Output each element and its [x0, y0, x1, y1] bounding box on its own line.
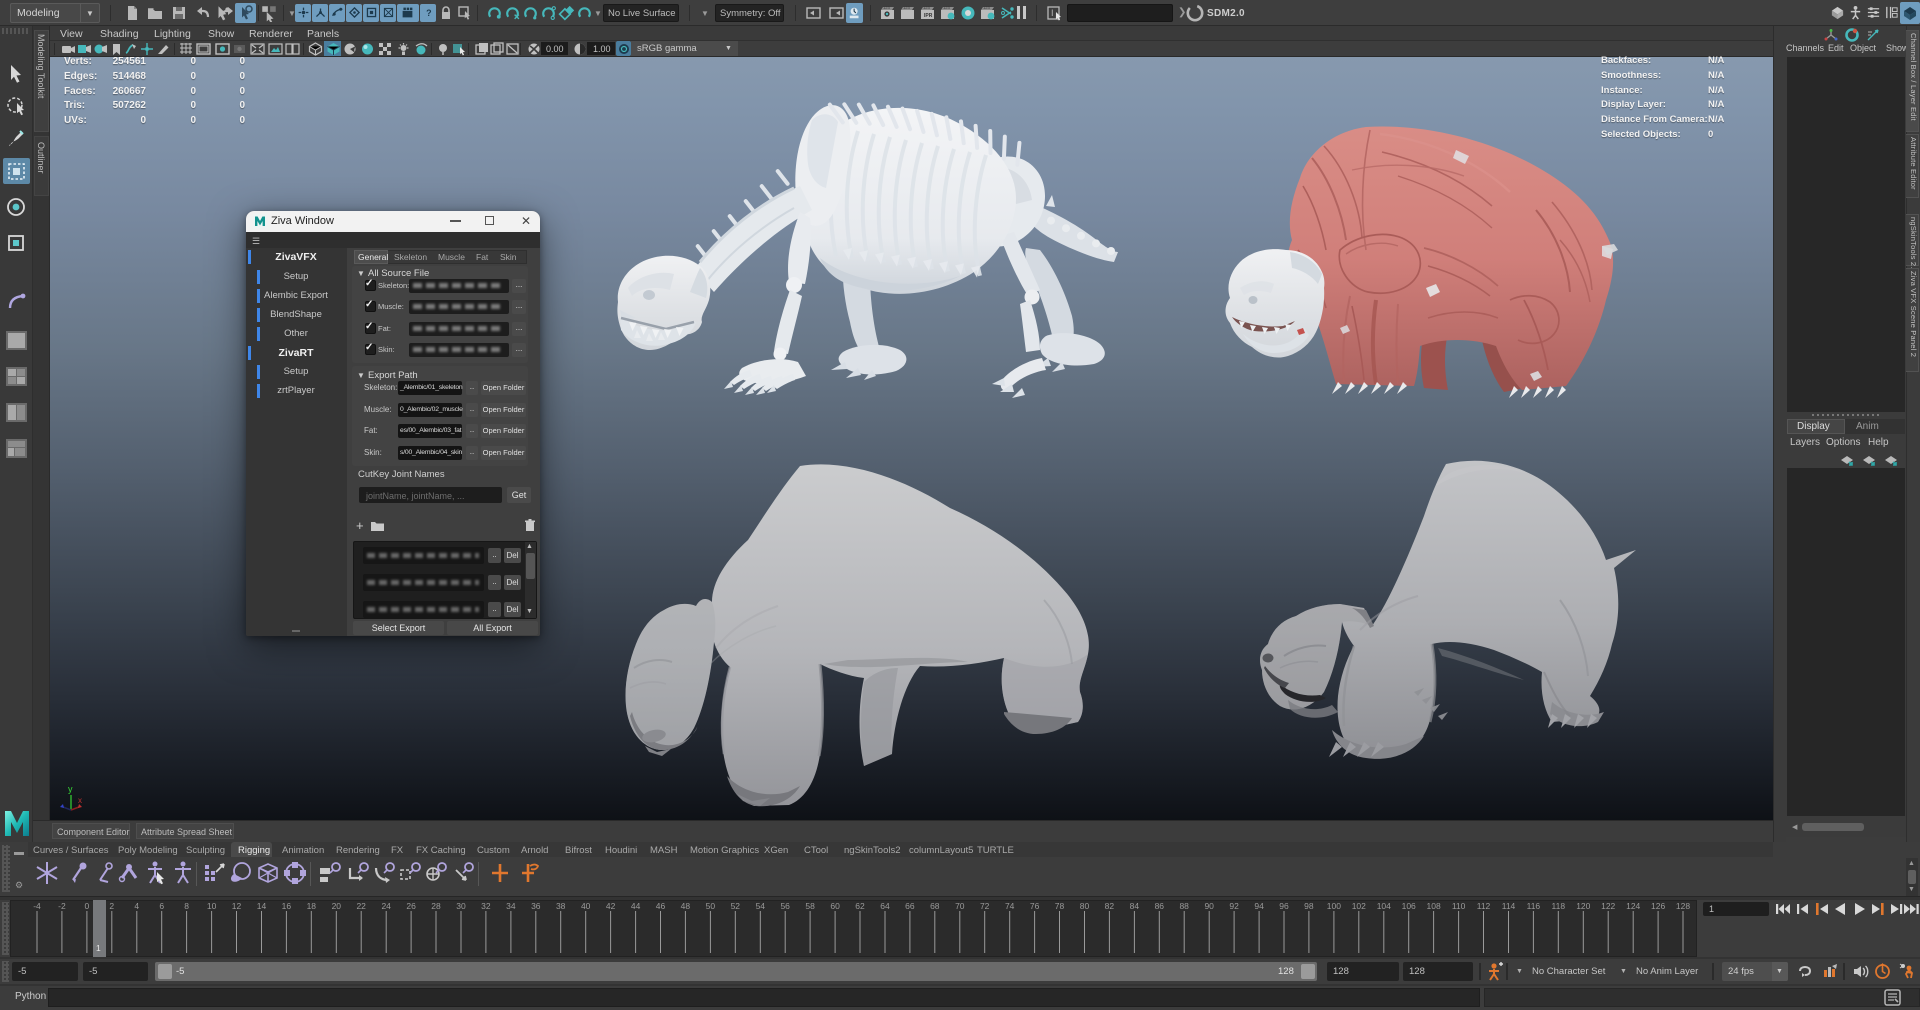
svg-text:38: 38 — [556, 901, 566, 911]
svg-text:94: 94 — [1254, 901, 1264, 911]
svg-text:123: 123 — [903, 5, 910, 10]
svg-text:88: 88 — [1179, 901, 1189, 911]
svg-text:123: 123 — [943, 5, 950, 10]
svg-text:62: 62 — [855, 901, 865, 911]
svg-text:70: 70 — [955, 901, 965, 911]
svg-text:10: 10 — [207, 901, 217, 911]
svg-text:IPR: IPR — [924, 13, 933, 19]
svg-text:76: 76 — [1030, 901, 1040, 911]
svg-text:16: 16 — [282, 901, 292, 911]
svg-text:90: 90 — [1204, 901, 1214, 911]
svg-text:72: 72 — [980, 901, 990, 911]
svg-text:96: 96 — [1279, 901, 1289, 911]
svg-text:102: 102 — [1352, 901, 1366, 911]
svg-text:66: 66 — [905, 901, 915, 911]
svg-text:100: 100 — [1327, 901, 1341, 911]
svg-text:4: 4 — [134, 901, 139, 911]
svg-text:?: ? — [426, 8, 431, 18]
svg-text:116: 116 — [1527, 901, 1541, 911]
svg-text:98: 98 — [1304, 901, 1314, 911]
svg-text:2: 2 — [109, 901, 114, 911]
svg-text:58: 58 — [805, 901, 815, 911]
svg-text:-2: -2 — [58, 901, 66, 911]
svg-text:68: 68 — [930, 901, 940, 911]
svg-text:26: 26 — [406, 901, 416, 911]
svg-text:34: 34 — [506, 901, 516, 911]
svg-text:64: 64 — [880, 901, 890, 911]
svg-text:30: 30 — [456, 901, 466, 911]
svg-text:112: 112 — [1477, 901, 1491, 911]
svg-text:106: 106 — [1402, 901, 1416, 911]
svg-text:42: 42 — [606, 901, 616, 911]
svg-text:104: 104 — [1377, 901, 1391, 911]
svg-text:123: 123 — [923, 5, 930, 10]
svg-text:54: 54 — [756, 901, 766, 911]
svg-text:123: 123 — [983, 5, 990, 10]
svg-text:60: 60 — [830, 901, 840, 911]
svg-text:126: 126 — [1651, 901, 1665, 911]
svg-text:123: 123 — [883, 5, 890, 10]
svg-text:22: 22 — [356, 901, 366, 911]
svg-text:0: 0 — [85, 901, 90, 911]
svg-text:40: 40 — [581, 901, 591, 911]
svg-text:84: 84 — [1130, 901, 1140, 911]
svg-text:50: 50 — [706, 901, 716, 911]
svg-text:128: 128 — [1676, 901, 1690, 911]
svg-text:6: 6 — [159, 901, 164, 911]
svg-text:44: 44 — [631, 901, 641, 911]
svg-text:108: 108 — [1427, 901, 1441, 911]
svg-text:20: 20 — [332, 901, 342, 911]
svg-text:80: 80 — [1080, 901, 1090, 911]
svg-text:48: 48 — [681, 901, 691, 911]
svg-text:14: 14 — [257, 901, 267, 911]
svg-text:18: 18 — [307, 901, 317, 911]
svg-text:120: 120 — [1576, 901, 1590, 911]
svg-text:8: 8 — [184, 901, 189, 911]
svg-text:118: 118 — [1552, 901, 1566, 911]
svg-text:-4: -4 — [33, 901, 41, 911]
svg-text:24: 24 — [381, 901, 391, 911]
svg-text:124: 124 — [1626, 901, 1640, 911]
svg-text:52: 52 — [731, 901, 741, 911]
svg-text:122: 122 — [1601, 901, 1615, 911]
svg-text:46: 46 — [656, 901, 666, 911]
svg-text:I: I — [1051, 8, 1054, 18]
svg-text:32: 32 — [481, 901, 491, 911]
svg-text:92: 92 — [1229, 901, 1239, 911]
svg-text:12: 12 — [232, 901, 242, 911]
svg-text:78: 78 — [1055, 901, 1065, 911]
svg-text:28: 28 — [431, 901, 441, 911]
svg-text:82: 82 — [1105, 901, 1115, 911]
svg-text:114: 114 — [1502, 901, 1516, 911]
svg-text:36: 36 — [531, 901, 541, 911]
svg-text:86: 86 — [1155, 901, 1165, 911]
svg-text:110: 110 — [1452, 901, 1466, 911]
svg-text:56: 56 — [780, 901, 790, 911]
svg-text:74: 74 — [1005, 901, 1015, 911]
svg-text:1: 1 — [96, 943, 101, 953]
